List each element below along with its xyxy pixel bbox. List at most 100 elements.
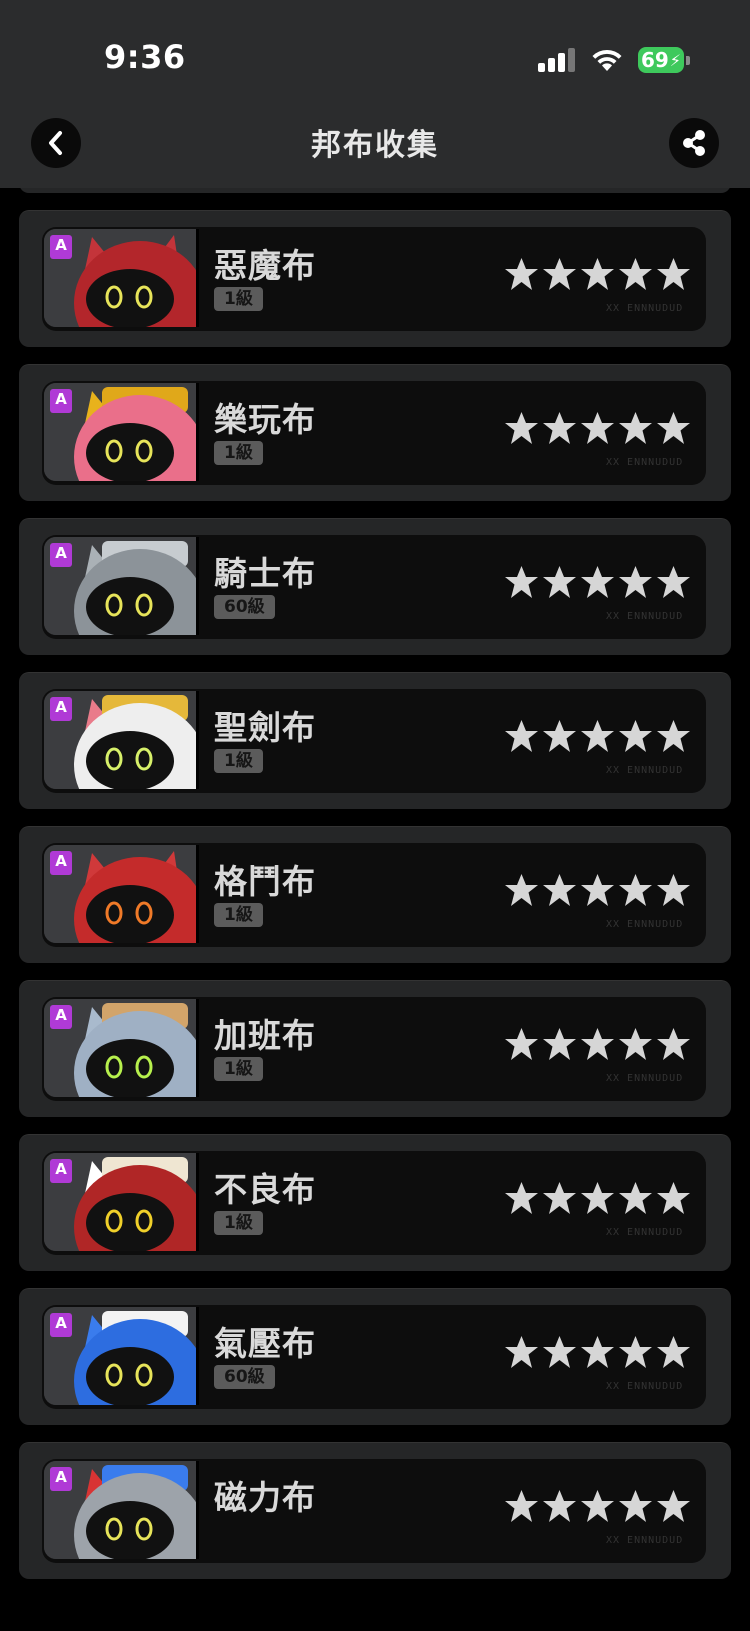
bangboo-name: 磁力布 [214,1478,316,1517]
star-filled-icon [543,566,576,598]
star-filled-icon [505,1336,538,1368]
bangboo-portrait: A [44,537,199,635]
star-filled-icon [619,566,652,598]
star-filled-icon [619,874,652,906]
bangboo-code: XX ENNNUDUD [606,1073,684,1084]
bangboo-card-inner[interactable]: A 惡魔布 1級 XX ENNNUDUD [42,227,706,331]
star-filled-icon [619,258,652,290]
bangboo-name: 聖劍布 [214,708,316,747]
star-filled-icon [581,874,614,906]
app-root: S鯊牙布60級XX ENNNUDUDA惡魔布1級XX ENNNUDUDA樂玩布1… [0,0,750,1631]
level-badge: 1級 [214,903,263,927]
bangboo-card[interactable]: A 惡魔布 1級 XX ENNNUDUD [19,210,731,347]
bangboo-card-inner[interactable]: A 磁力布 XX ENNNUDUD [42,1459,706,1563]
star-filled-icon [657,566,690,598]
bangboo-portrait: A [44,845,199,943]
star-filled-icon [657,1336,690,1368]
bangboo-name: 樂玩布 [214,400,316,439]
bangboo-card[interactable]: A 不良布 1級 XX ENNNUDUD [19,1134,731,1271]
bangboo-portrait: A [44,383,199,481]
bangboo-name: 不良布 [214,1170,316,1209]
bangboo-card[interactable]: A 騎士布 60級 XX ENNNUDUD [19,518,731,655]
wifi-icon [592,49,622,71]
bangboo-portrait: A [44,999,199,1097]
star-rating [504,1181,691,1216]
bangboo-name: 惡魔布 [214,246,316,285]
bangboo-card-inner[interactable]: A 加班布 1級 XX ENNNUDUD [42,997,706,1101]
top-header: 9:36 69 ⚡ 邦布收集 [0,0,750,188]
status-time: 9:36 [104,38,186,76]
bangboo-code: XX ENNNUDUD [606,1227,684,1238]
star-filled-icon [543,1028,576,1060]
bangboo-card-inner[interactable]: A 聖劍布 1級 XX ENNNUDUD [42,689,706,793]
bangboo-card[interactable]: A 加班布 1級 XX ENNNUDUD [19,980,731,1117]
bangboo-card[interactable]: A 氣壓布 60級 XX ENNNUDUD [19,1288,731,1425]
bangboo-code: XX ENNNUDUD [606,457,684,468]
star-filled-icon [581,258,614,290]
bangboo-name: 氣壓布 [214,1324,316,1363]
rank-badge: A [50,697,72,721]
star-filled-icon [543,1336,576,1368]
star-filled-icon [505,258,538,290]
star-filled-icon [619,412,652,444]
bangboo-card[interactable]: A 格鬥布 1級 XX ENNNUDUD [19,826,731,963]
bangboo-code: XX ENNNUDUD [606,919,684,930]
star-filled-icon [581,412,614,444]
bangboo-code: XX ENNNUDUD [606,1381,684,1392]
bangboo-card[interactable]: A 聖劍布 1級 XX ENNNUDUD [19,672,731,809]
status-icons: 69 ⚡ [538,44,690,76]
battery-indicator: 69 ⚡ [638,47,690,73]
bangboo-card-inner[interactable]: A 騎士布 60級 XX ENNNUDUD [42,535,706,639]
level-badge: 1級 [214,287,263,311]
star-filled-icon [581,1336,614,1368]
star-rating [504,1489,691,1524]
star-filled-icon [505,1182,538,1214]
star-filled-icon [505,874,538,906]
star-filled-icon [619,720,652,752]
star-filled-icon [619,1028,652,1060]
star-filled-icon [581,566,614,598]
bangboo-code: XX ENNNUDUD [606,765,684,776]
star-filled-icon [543,258,576,290]
battery-level: 69 [640,48,669,72]
star-filled-icon [657,874,690,906]
bangboo-card-inner[interactable]: A 樂玩布 1級 XX ENNNUDUD [42,381,706,485]
bangboo-card[interactable]: A 磁力布 XX ENNNUDUD [19,1442,731,1579]
share-button[interactable] [669,118,719,168]
star-rating [504,719,691,754]
star-rating [504,1335,691,1370]
level-badge: 60級 [214,595,275,619]
star-filled-icon [581,720,614,752]
star-rating [504,873,691,908]
bangboo-code: XX ENNNUDUD [606,303,684,314]
star-rating [504,411,691,446]
bangboo-portrait: A [44,1153,199,1251]
rank-badge: A [50,1467,72,1491]
star-rating [504,565,691,600]
star-rating [504,257,691,292]
star-filled-icon [619,1182,652,1214]
star-filled-icon [543,720,576,752]
bangboo-card-inner[interactable]: A 氣壓布 60級 XX ENNNUDUD [42,1305,706,1409]
star-filled-icon [619,1490,652,1522]
bangboo-card-inner[interactable]: A 格鬥布 1級 XX ENNNUDUD [42,843,706,947]
bangboo-card[interactable]: A 樂玩布 1級 XX ENNNUDUD [19,364,731,501]
star-filled-icon [581,1182,614,1214]
star-filled-icon [657,1490,690,1522]
share-icon [683,130,705,156]
rank-badge: A [50,235,72,259]
bangboo-portrait: A [44,1307,199,1405]
star-rating [504,1027,691,1062]
rank-badge: A [50,1005,72,1029]
rank-badge: A [50,1313,72,1337]
star-filled-icon [505,1028,538,1060]
level-badge: 1級 [214,1057,263,1081]
level-badge: 1級 [214,749,263,773]
signal-icon [538,48,576,72]
level-badge: 1級 [214,1211,263,1235]
star-filled-icon [543,1182,576,1214]
bangboo-card-inner[interactable]: A 不良布 1級 XX ENNNUDUD [42,1151,706,1255]
star-filled-icon [543,874,576,906]
star-filled-icon [657,720,690,752]
level-badge: 1級 [214,441,263,465]
